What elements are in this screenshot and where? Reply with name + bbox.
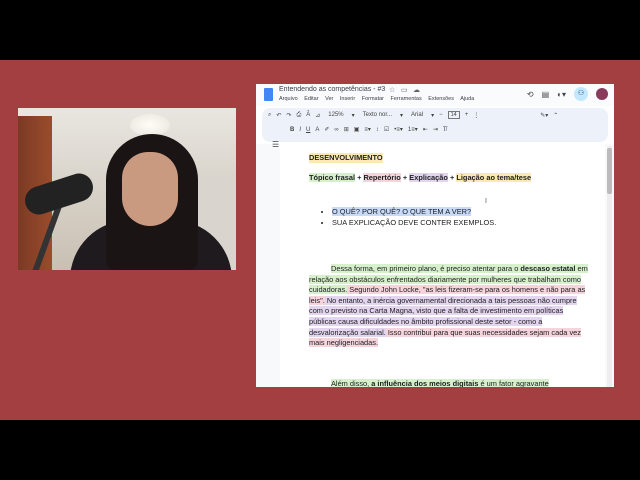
spellcheck-icon[interactable]: Ã [306,112,310,118]
comments-icon[interactable]: ▤ [542,90,550,99]
text-cursor-icon: I [485,198,487,205]
checklist-icon[interactable]: ☑ [384,126,389,133]
docs-logo-icon[interactable] [264,88,273,101]
bold-icon[interactable]: B [290,127,294,133]
document-title[interactable]: Entendendo as competências - #3 [279,86,385,93]
comment-add-icon[interactable]: ⊞ [344,126,349,133]
title-right-tools: ⟲ ▤ ◐▾ ⚇ [527,87,608,101]
font-increase-icon[interactable]: + [465,112,469,118]
outline-icon[interactable]: ☰ [272,140,279,149]
meet-icon[interactable]: ◐▾ [557,90,566,99]
search-icon[interactable]: ⌕ [268,112,271,119]
para2-continuation: é um fator agravante [478,379,549,387]
section-heading: DESENVOLVIMENTO [309,153,383,164]
menu-inserir[interactable]: Inserir [340,96,355,102]
webcam-overlay [18,108,236,270]
zoom-select[interactable]: 125% [325,112,346,118]
clear-format-icon[interactable]: T̸ [443,127,447,133]
para2-bold-term: a influência dos meios digitais [371,379,479,387]
more-options-icon[interactable]: ⋮ [473,112,479,119]
plus-sign: + [449,173,455,182]
para2-start: Além disso, [331,379,372,387]
underline-icon[interactable]: U [306,127,310,133]
toolbar-row-1: ⌕ ↶ ↷ ⎙ Ã ⊿ 125% ▾ Texto nor... ▾ Arial … [268,111,558,119]
font-decrease-icon[interactable]: − [439,112,443,118]
docs-toolbar: ⌕ ↶ ↷ ⎙ Ã ⊿ 125% ▾ Texto nor... ▾ Arial … [262,108,608,142]
menu-arquivo[interactable]: Arquivo [279,96,298,102]
webcam-person-face [122,152,178,226]
menu-bar: Arquivo Editar Ver Inserir Formatar Ferr… [279,96,479,102]
line-spacing-icon[interactable]: ↕ [376,127,379,133]
topic-topico-frasal: Tópico frasal [309,173,355,182]
highlight-icon[interactable]: ✐ [324,126,329,133]
zoom-chevron-icon: ▾ [351,112,355,119]
collapse-toolbar-icon[interactable]: ⌃ [553,112,558,119]
font-size-input[interactable]: 14 [447,111,460,119]
star-icon[interactable]: ☆ [389,86,395,94]
list-item: O QUÊ? POR QUÊ? O QUE TEM A VER? [332,206,496,217]
menu-ferramentas[interactable]: Ferramentas [391,96,422,102]
plus-sign: + [357,173,362,182]
paint-format-icon[interactable]: ⊿ [315,112,320,119]
topic-explicacao: Explicação [409,173,448,182]
cloud-status-icon[interactable]: ☁ [413,86,420,94]
bullet-text: O QUÊ? POR QUÊ? O QUE TEM A VER? [332,207,472,216]
topic-ligacao: Ligação ao tema/tese [456,173,532,182]
menu-extensoes[interactable]: Extensões [428,96,454,102]
scrollbar-thumb[interactable] [607,148,612,194]
bullet-text: SUA EXPLICAÇÃO DEVE CONTER EXEMPLOS. [332,218,497,227]
style-select[interactable]: Texto nor... [360,112,395,118]
bullet-list-icon[interactable]: •≡▾ [394,126,403,133]
text-color-icon[interactable]: A [315,127,319,133]
link-icon[interactable]: ∞ [334,127,338,133]
webcam-lamp [130,114,170,136]
history-icon[interactable]: ⟲ [527,90,534,99]
edit-mode-icon[interactable]: ✎▾ [540,112,548,119]
indent-decrease-icon[interactable]: ⇤ [423,126,428,133]
paragraph-2: Além disso, a influência dos meios digit… [309,379,591,387]
menu-formatar[interactable]: Formatar [362,96,384,102]
menu-editar[interactable]: Editar [304,96,318,102]
redo-icon[interactable]: ↷ [286,112,291,119]
image-icon[interactable]: ▣ [354,126,360,133]
align-icon[interactable]: ≡▾ [364,126,371,133]
topic-repertorio: Repertório [363,173,401,182]
menu-ajuda[interactable]: Ajuda [460,96,474,102]
plus-sign: + [402,173,408,182]
undo-icon[interactable]: ↶ [276,112,281,119]
docs-titlebar: Entendendo as competências - #3 ☆ ▭ ☁ Ar… [256,84,614,106]
indent-increase-icon[interactable]: ⇥ [433,126,438,133]
toolbar-row-2: B I U A ✐ ∞ ⊞ ▣ ≡▾ ↕ ☑ •≡▾ 1≡▾ ⇤ ⇥ T̸ [290,126,447,134]
para1-topic-sentence: Dessa forma, em primeiro plano, é precis… [331,264,521,273]
para1-bold-term: descaso estatal [520,264,576,273]
share-icon[interactable]: ⚇ [574,87,588,101]
style-chevron-icon: ▾ [400,112,404,119]
font-chevron-icon: ▾ [431,112,435,119]
print-icon[interactable]: ⎙ [296,112,301,119]
move-folder-icon[interactable]: ▭ [401,86,408,94]
italic-icon[interactable]: I [299,127,301,133]
numbered-list-icon[interactable]: 1≡▾ [408,126,418,133]
menu-ver[interactable]: Ver [325,96,333,102]
list-item: SUA EXPLICAÇÃO DEVE CONTER EXEMPLOS. [332,217,496,228]
font-select[interactable]: Arial [408,112,426,118]
paragraph-1: Dessa forma, em primeiro plano, é precis… [309,264,591,349]
bullet-list: O QUÊ? POR QUÊ? O QUE TEM A VER? SUA EXP… [322,206,496,228]
topics-line: Tópico frasal + Repertório + Explicação … [309,173,532,183]
docs-window: Entendendo as competências - #3 ☆ ▭ ☁ Ar… [256,84,614,387]
avatar[interactable] [596,88,608,100]
